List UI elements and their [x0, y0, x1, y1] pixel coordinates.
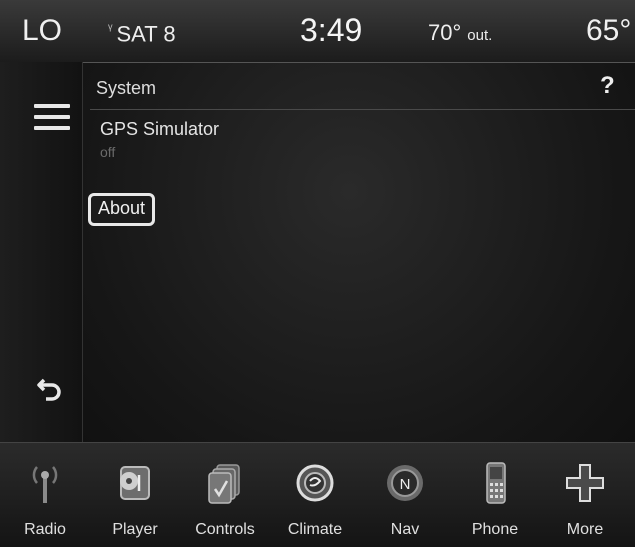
- tab-player[interactable]: Player: [90, 443, 180, 547]
- back-arrow-icon[interactable]: [36, 374, 66, 404]
- gps-simulator-setting[interactable]: GPS Simulator: [100, 119, 219, 140]
- climate-icon: [296, 464, 334, 502]
- media-player-icon: [120, 466, 150, 500]
- tab-nav[interactable]: N Nav: [360, 443, 450, 547]
- antenna-icon: ᵞ: [108, 20, 113, 36]
- radio-antenna-icon: [32, 466, 58, 503]
- bottom-nav-bar: Radio Player Controls Climate N Nav Phon…: [0, 442, 635, 547]
- hamburger-menu-icon[interactable]: [34, 104, 70, 130]
- left-temp-setting[interactable]: LO: [22, 14, 62, 48]
- infotainment-screen: LO ᵞ SAT 8 3:49 70° out. 65° System ? GPS …: [0, 0, 635, 547]
- sat-station[interactable]: ᵞ SAT 8: [108, 20, 176, 47]
- clock: 3:49: [300, 12, 363, 48]
- svg-text:N: N: [400, 476, 411, 493]
- right-temp-setting[interactable]: 65°: [586, 14, 631, 48]
- phone-icon: [486, 462, 506, 504]
- about-button[interactable]: About: [88, 193, 156, 226]
- tab-controls-label: Controls: [195, 521, 255, 538]
- left-rail: [0, 62, 83, 442]
- compass-icon: N: [387, 465, 423, 501]
- outside-temp-value: 70°: [428, 20, 462, 45]
- tab-nav-label: Nav: [390, 521, 420, 538]
- page-title: System: [96, 78, 157, 98]
- tab-radio-label: Radio: [24, 521, 66, 538]
- tab-phone[interactable]: Phone: [450, 443, 540, 547]
- outside-temperature: 70° out.: [428, 20, 492, 46]
- plus-icon: [566, 464, 604, 502]
- tab-radio[interactable]: Radio: [0, 443, 90, 547]
- tab-more[interactable]: More: [540, 443, 630, 547]
- status-bar: LO ᵞ SAT 8 3:49 70° out. 65°: [0, 0, 635, 63]
- outside-temp-label: out.: [467, 27, 493, 44]
- tab-phone-label: Phone: [471, 521, 519, 538]
- tab-climate[interactable]: Climate: [270, 443, 360, 547]
- sat-station-label: SAT 8: [116, 21, 176, 47]
- tab-more-label: More: [566, 521, 604, 538]
- tab-climate-label: Climate: [287, 521, 343, 538]
- gps-simulator-value: off: [100, 144, 116, 160]
- tab-player-label: Player: [112, 521, 158, 538]
- tab-controls[interactable]: Controls: [180, 443, 270, 547]
- controls-icon: [208, 464, 240, 504]
- title-divider: [90, 109, 635, 110]
- help-button[interactable]: ?: [600, 72, 615, 100]
